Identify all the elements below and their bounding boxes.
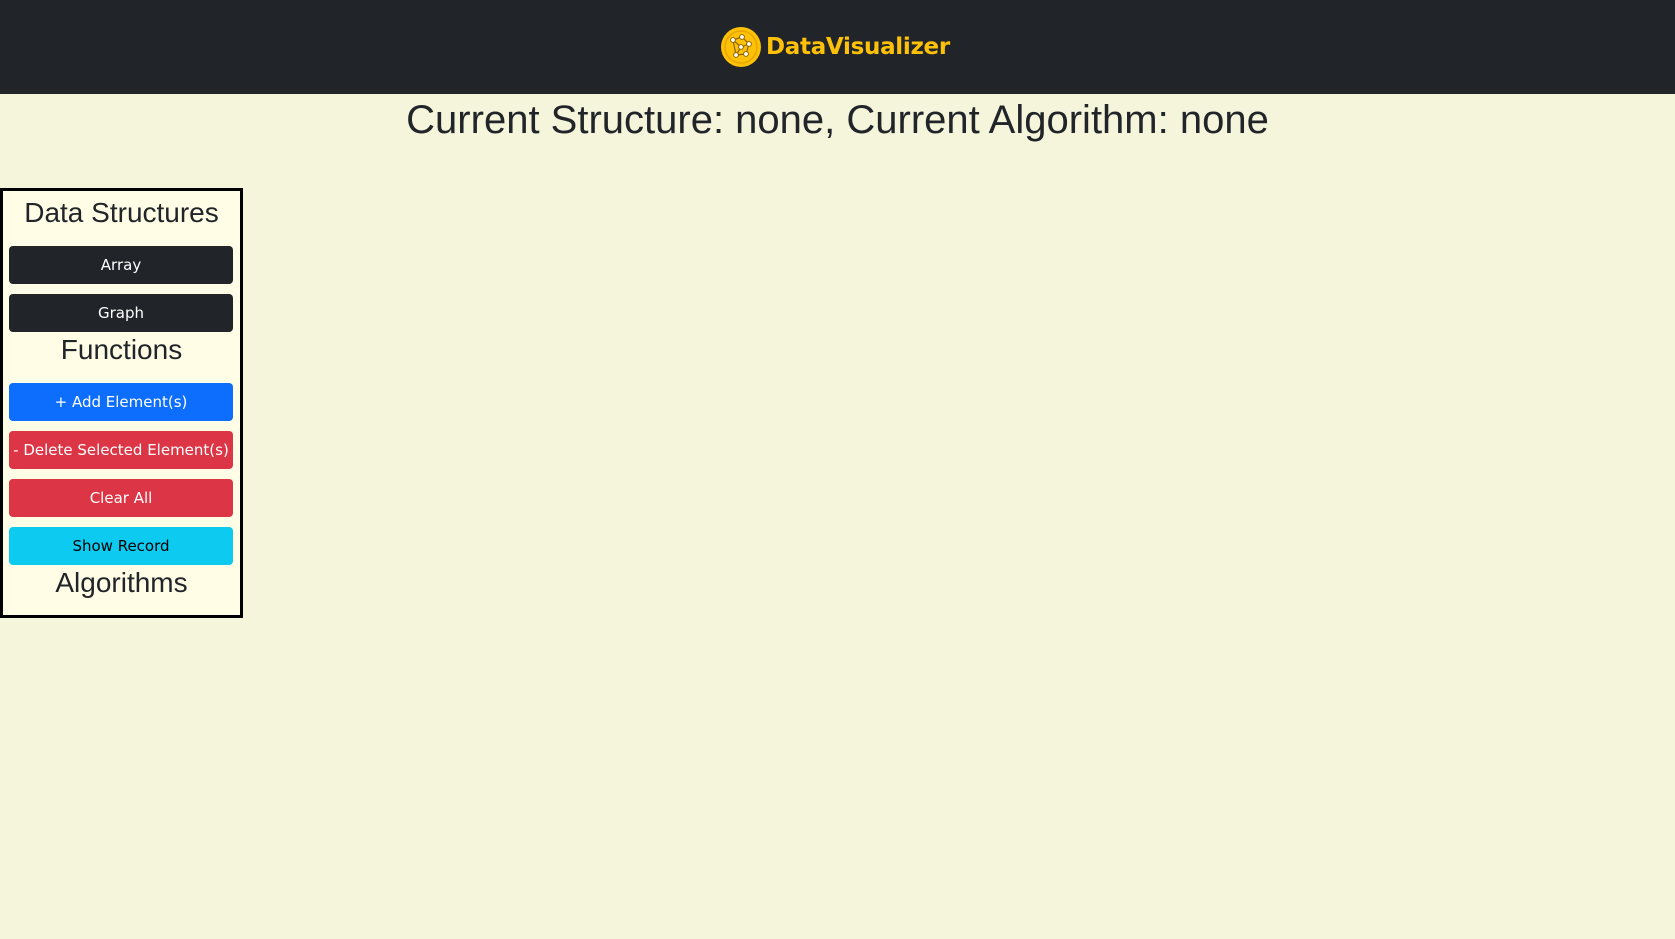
array-button[interactable]: Array — [9, 246, 233, 284]
network-graph-logo-icon — [721, 27, 761, 67]
control-sidebar: Data Structures Array Graph Functions + … — [0, 188, 243, 618]
graph-button[interactable]: Graph — [9, 294, 233, 332]
clear-all-button[interactable]: Clear All — [9, 479, 233, 517]
data-structures-heading: Data Structures — [24, 197, 219, 228]
top-navbar: DataVisualizer — [0, 0, 1675, 94]
add-element-button[interactable]: + Add Element(s) — [9, 383, 233, 421]
page-title: Current Structure: none, Current Algorit… — [406, 98, 1269, 142]
show-record-button[interactable]: Show Record — [9, 527, 233, 565]
brand-name: DataVisualizer — [766, 34, 950, 60]
delete-selected-button[interactable]: - Delete Selected Element(s) — [9, 431, 233, 469]
functions-heading: Functions — [60, 334, 183, 365]
brand-link[interactable]: DataVisualizer — [720, 25, 950, 69]
algorithms-heading: Algorithms — [55, 567, 188, 598]
